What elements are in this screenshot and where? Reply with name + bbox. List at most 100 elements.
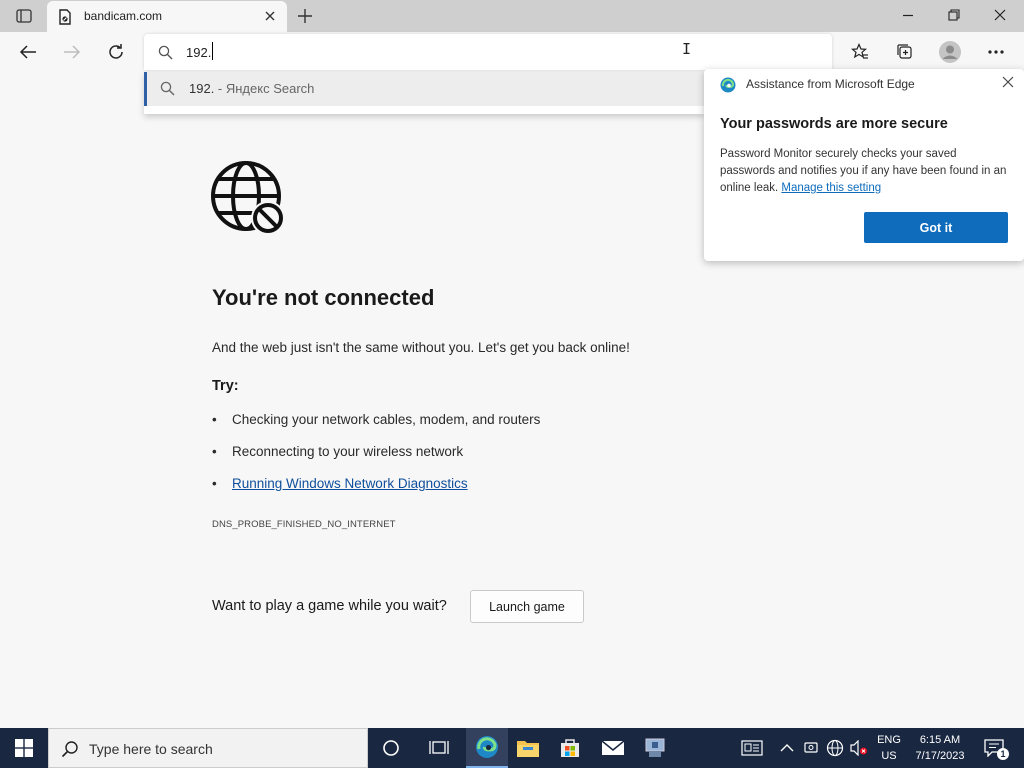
taskbar: Type here to search ENG US 6:15 AM 7/17/… — [0, 728, 1024, 768]
globe-network-icon — [826, 739, 844, 757]
taskbar-edge[interactable] — [466, 728, 508, 768]
page-error-icon — [57, 9, 73, 30]
show-hidden-icons-button[interactable] — [777, 738, 797, 758]
taskbar-search-placeholder: Type here to search — [89, 741, 213, 757]
edge-icon — [476, 736, 498, 758]
globe-blocked-icon — [210, 160, 286, 243]
profile-button[interactable] — [935, 39, 965, 65]
forward-button[interactable] — [57, 39, 87, 65]
taskbar-file-explorer[interactable] — [507, 728, 549, 768]
news-widget-button[interactable] — [740, 738, 764, 758]
browser-tab[interactable]: bandicam.com — [47, 1, 287, 32]
minimize-button[interactable] — [885, 0, 931, 30]
notification-count: 1 — [997, 748, 1009, 760]
got-it-button[interactable]: Got it — [864, 212, 1008, 243]
suggestion-query: 192. — [189, 81, 215, 96]
mail-icon — [601, 740, 625, 755]
search-icon — [61, 740, 79, 763]
launch-game-button[interactable]: Launch game — [470, 590, 584, 623]
game-prompt: Want to play a game while you wait? — [212, 598, 447, 614]
tab-actions-button[interactable] — [10, 6, 38, 26]
manage-setting-link[interactable]: Manage this setting — [781, 182, 881, 194]
i-beam-cursor-icon: I — [682, 40, 692, 58]
restore-icon — [948, 9, 960, 21]
collections-icon — [897, 44, 912, 59]
tab-strip: bandicam.com — [0, 0, 1024, 32]
close-window-button[interactable] — [977, 0, 1023, 30]
page-title: You're not connected — [212, 285, 435, 310]
store-bag-icon — [561, 739, 579, 757]
more-icon — [988, 50, 1004, 54]
taskbar-store[interactable] — [549, 728, 591, 768]
volume-button[interactable] — [849, 738, 869, 758]
page-subtext: And the web just isn't the same without … — [212, 340, 630, 355]
search-icon — [158, 45, 173, 65]
popup-header: Assistance from Microsoft Edge — [746, 77, 915, 91]
back-button[interactable] — [13, 39, 43, 65]
windows-logo-icon — [15, 739, 33, 757]
suggestion-item[interactable]: 192. - Яндекс Search — [144, 72, 704, 106]
close-tab-icon[interactable] — [263, 9, 277, 23]
news-icon — [741, 740, 763, 756]
avatar-icon — [939, 41, 961, 63]
bullet-dot: • — [212, 476, 217, 491]
language-code: ENG — [877, 734, 901, 746]
minimize-icon — [903, 14, 913, 17]
list-item-text: Reconnecting to your wireless network — [232, 444, 464, 459]
tray-device-button[interactable] — [801, 738, 821, 758]
refresh-icon — [109, 44, 123, 59]
device-icon — [804, 742, 818, 753]
close-icon — [994, 9, 1006, 21]
arrow-right-icon — [64, 45, 81, 59]
popup-title: Your passwords are more secure — [720, 116, 948, 132]
keyboard-layout: US — [881, 750, 897, 762]
list-item-text: Checking your network cables, modem, and… — [232, 412, 541, 427]
folder-icon — [517, 741, 539, 757]
settings-menu-button[interactable] — [981, 39, 1011, 65]
favorites-button[interactable] — [845, 39, 875, 65]
new-tab-button[interactable] — [294, 6, 316, 26]
browser-toolbar: I — [0, 32, 1024, 72]
arrow-left-icon — [19, 45, 36, 59]
address-suggestions: 192. - Яндекс Search — [144, 72, 704, 114]
refresh-button[interactable] — [101, 39, 131, 65]
suggestion-provider: - Яндекс Search — [214, 81, 315, 96]
edge-logo-icon — [720, 77, 736, 93]
language-indicator[interactable]: ENG US — [877, 732, 901, 764]
start-button[interactable] — [0, 728, 48, 768]
clock-date: 7/17/2023 — [915, 750, 965, 762]
chevron-up-icon — [780, 744, 794, 752]
task-view-button[interactable] — [418, 728, 460, 768]
network-button[interactable] — [825, 738, 845, 758]
search-icon — [160, 81, 175, 101]
speaker-muted-icon — [850, 740, 867, 756]
restore-button[interactable] — [931, 0, 977, 30]
taskbar-mail[interactable] — [592, 728, 634, 768]
bullet-dot: • — [212, 412, 217, 427]
try-label: Try: — [212, 378, 239, 394]
clock-time: 6:15 AM — [919, 734, 961, 746]
address-bar[interactable]: I — [144, 34, 832, 70]
edge-assistance-popup: Assistance from Microsoft Edge Your pass… — [704, 69, 1024, 261]
close-icon[interactable] — [1000, 74, 1016, 90]
notifications-button[interactable]: 1 — [983, 738, 1009, 760]
task-view-icon — [429, 741, 449, 754]
computer-app-icon — [645, 738, 665, 757]
network-diagnostics-link[interactable]: Running Windows Network Diagnostics — [232, 476, 468, 491]
tab-actions-icon — [16, 9, 32, 23]
text-caret — [212, 42, 213, 60]
plus-icon — [298, 9, 312, 23]
taskbar-app[interactable] — [634, 728, 676, 768]
clock[interactable]: 6:15 AM 7/17/2023 — [910, 732, 970, 764]
suggestion-text: 192. - Яндекс Search — [189, 81, 314, 96]
cortana-button[interactable] — [370, 728, 412, 768]
taskbar-search-box[interactable]: Type here to search — [48, 728, 368, 768]
collections-button[interactable] — [890, 39, 920, 65]
address-input[interactable] — [186, 43, 786, 61]
cortana-icon — [383, 740, 399, 756]
error-code: DNS_PROBE_FINISHED_NO_INTERNET — [212, 519, 396, 530]
popup-body: Password Monitor securely checks your sa… — [720, 146, 1012, 197]
tab-title: bandicam.com — [84, 9, 163, 23]
star-list-icon — [851, 43, 868, 59]
bullet-dot: • — [212, 444, 217, 459]
